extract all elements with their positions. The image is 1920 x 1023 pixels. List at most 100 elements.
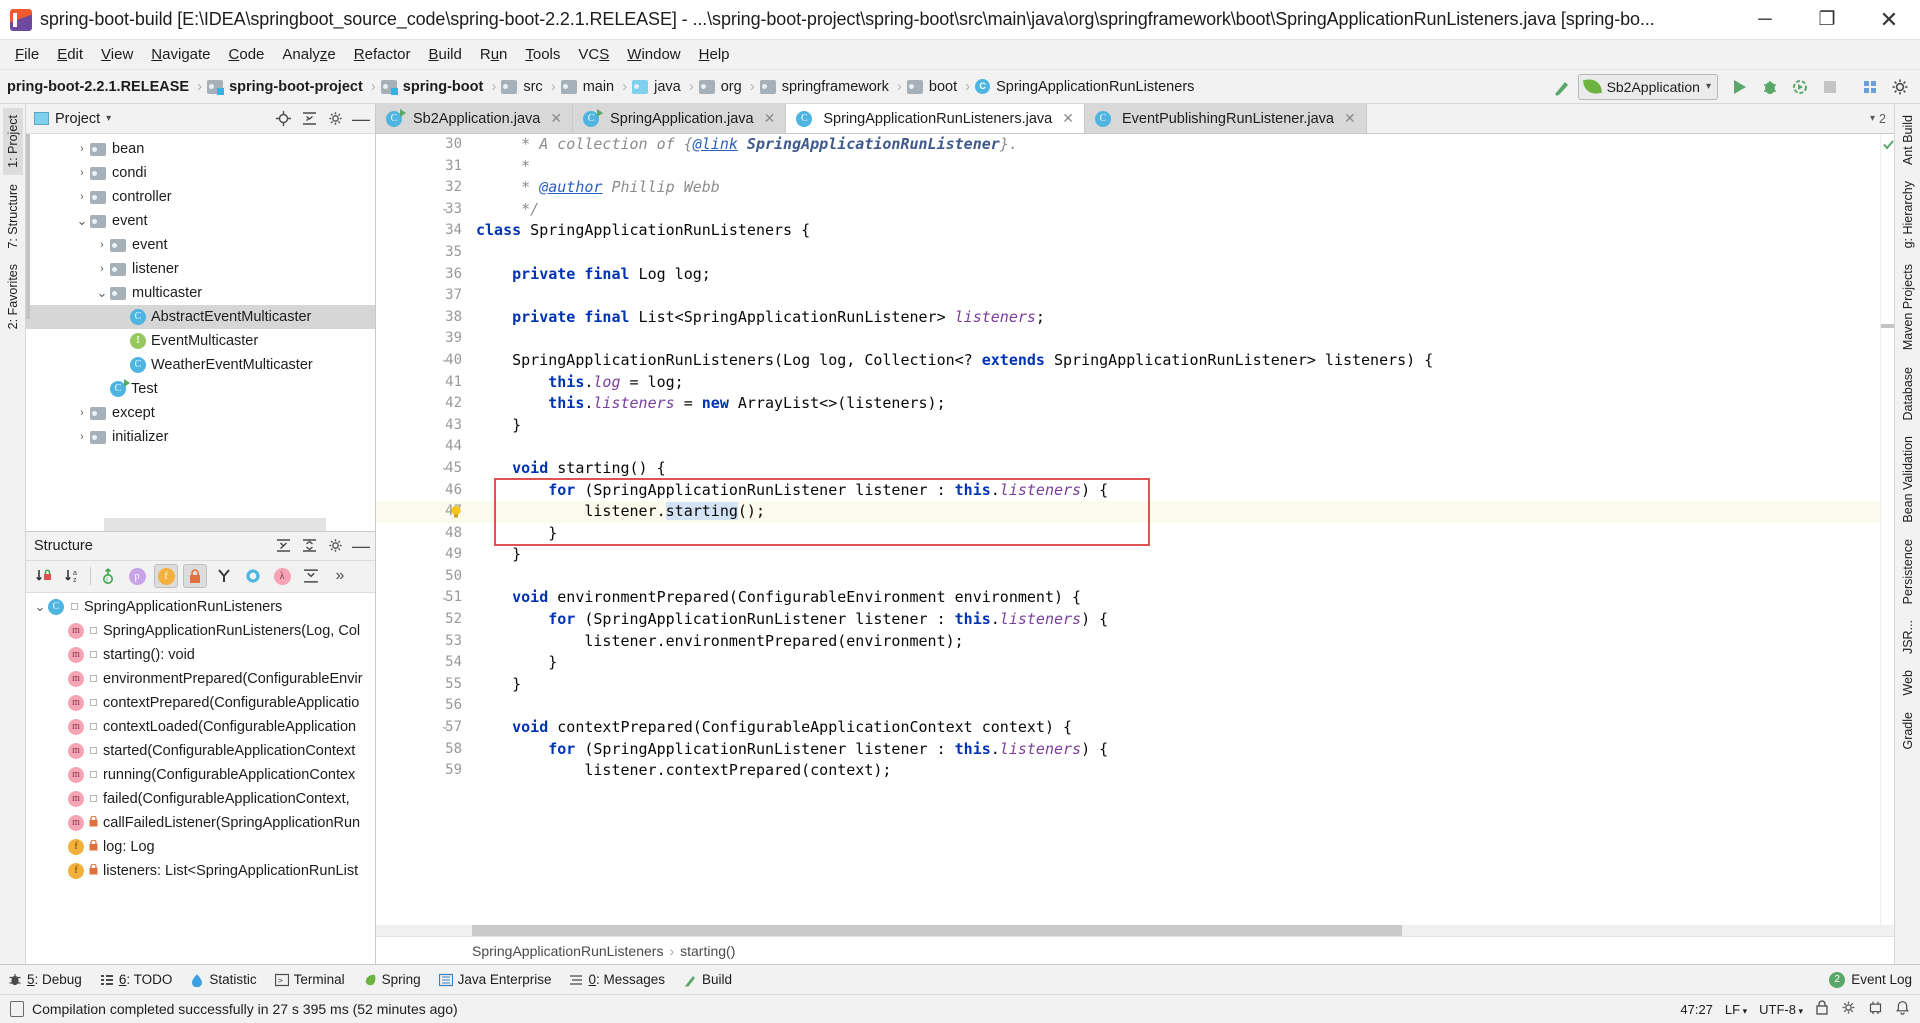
structure-tree-row[interactable]: m contextLoaded(ConfigurableApplication <box>26 715 375 739</box>
editor-tab-springapplication-java[interactable]: C SpringApplication.java ✕ <box>573 104 787 133</box>
bottom-tab-java-enterprise[interactable]: Java Enterprise <box>438 972 551 987</box>
menu-item-build[interactable]: Build <box>419 43 470 66</box>
editor-markers[interactable] <box>1880 134 1894 936</box>
menu-item-analyze[interactable]: Analyze <box>273 43 344 66</box>
run-icon[interactable] <box>1726 73 1754 101</box>
editor-breadcrumb-item[interactable]: starting() <box>680 943 735 959</box>
project-tree[interactable]: › bean › condi › controller ⌄ event › event › liste… <box>26 134 375 531</box>
expand-all-icon[interactable] <box>275 538 291 554</box>
stop-icon[interactable] <box>1816 73 1844 101</box>
gear-icon[interactable] <box>327 111 343 127</box>
show-properties-icon[interactable]: p <box>125 564 149 588</box>
show-inherited-icon[interactable]: I <box>96 564 120 588</box>
chevron-right-icon[interactable]: › <box>94 239 110 251</box>
caret-position[interactable]: 47:27 <box>1680 1002 1713 1017</box>
minimize-button[interactable]: ─ <box>1734 0 1796 40</box>
structure-tree-row[interactable]: m starting(): void <box>26 643 375 667</box>
show-anonymous-icon[interactable] <box>212 564 236 588</box>
nav-crumb-pring-boot-2-2-1-release[interactable]: pring-boot-2.2.1.RELEASE <box>2 70 194 103</box>
project-tree-row[interactable]: › listener <box>26 257 375 281</box>
close-button[interactable]: ✕ <box>1858 0 1920 40</box>
menu-item-run[interactable]: Run <box>471 43 517 66</box>
chevron-right-icon[interactable]: › <box>74 167 90 179</box>
hide-panel-icon[interactable]: — <box>352 537 370 555</box>
nav-crumb-src[interactable]: src <box>499 70 547 103</box>
chevron-right-icon[interactable]: › <box>114 311 130 323</box>
structure-tree-row[interactable]: m failed(ConfigurableApplicationContext, <box>26 787 375 811</box>
file-encoding[interactable]: UTF-8 ▾ <box>1759 1002 1803 1017</box>
chevron-down-icon[interactable]: ⌄ <box>32 599 48 615</box>
editor-code[interactable]: * A collection of {@link SpringApplicati… <box>472 134 1880 936</box>
right-tool-tab-bean-validation[interactable]: Bean Validation <box>1898 429 1918 530</box>
right-tool-tab-gradle[interactable]: Gradle <box>1898 705 1918 757</box>
bottom-tab-build[interactable]: Build <box>683 972 732 987</box>
bottom-tab-5-debug[interactable]: 5: Debug <box>8 972 82 987</box>
editor-gutter[interactable]: 30313233⌄34353637383940⌄4142434445⌄46474… <box>376 134 472 936</box>
maximize-button[interactable]: ❐ <box>1796 0 1858 40</box>
expand-icon[interactable] <box>299 564 323 588</box>
close-tab-icon[interactable]: ✕ <box>1344 110 1356 127</box>
project-tree-row[interactable]: ⌄ event <box>26 209 375 233</box>
bottom-tab-6-todo[interactable]: 6: TODO <box>100 972 172 987</box>
right-tool-tab-jsr-[interactable]: JSR... <box>1898 613 1918 661</box>
project-tree-row[interactable]: ›I EventMulticaster <box>26 329 375 353</box>
structure-tree-row[interactable]: m running(ConfigurableApplicationContex <box>26 763 375 787</box>
project-tree-row[interactable]: › bean <box>26 137 375 161</box>
left-tool-tab-2-favorites[interactable]: 2: Favorites <box>3 257 23 336</box>
show-interfaces-icon[interactable] <box>241 564 265 588</box>
scroll-thumb[interactable] <box>1881 324 1894 328</box>
menu-item-view[interactable]: View <box>92 43 142 66</box>
structure-tree[interactable]: ⌄ C SpringApplicationRunListeners m SpringAp… <box>26 592 375 964</box>
right-tool-tab-persistence[interactable]: Persistence <box>1898 532 1918 611</box>
structure-tree-row[interactable]: f listeners: List<SpringApplicationRunLis… <box>26 859 375 883</box>
gear-icon[interactable] <box>327 538 343 554</box>
nav-crumb-spring-boot-project[interactable]: spring-boot-project <box>205 70 368 103</box>
project-tree-row[interactable]: ⌄ multicaster <box>26 281 375 305</box>
menu-item-window[interactable]: Window <box>618 43 689 66</box>
structure-tree-row[interactable]: m SpringApplicationRunListeners(Log, Col <box>26 619 375 643</box>
right-tool-tab-database[interactable]: Database <box>1898 360 1918 428</box>
structure-tree-row[interactable]: m contextPrepared(ConfigurableApplicatio <box>26 691 375 715</box>
menu-item-refactor[interactable]: Refactor <box>345 43 420 66</box>
chevron-right-icon[interactable]: › <box>74 143 90 155</box>
collapse-all-icon[interactable] <box>301 111 317 127</box>
nav-crumb-java[interactable]: java <box>630 70 686 103</box>
project-tree-row[interactable]: ›C WeatherEventMulticaster <box>26 353 375 377</box>
chevron-right-icon[interactable]: › <box>114 335 130 347</box>
structure-tree-row[interactable]: m started(ConfigurableApplicationContext <box>26 739 375 763</box>
close-tab-icon[interactable]: ✕ <box>1062 110 1074 127</box>
settings-gear-icon[interactable] <box>1886 73 1914 101</box>
project-tree-row[interactable]: › controller <box>26 185 375 209</box>
project-tree-row[interactable]: › condi <box>26 161 375 185</box>
bottom-tab-0-messages[interactable]: 0: Messages <box>569 972 665 987</box>
chevron-right-icon[interactable]: › <box>94 383 110 395</box>
right-tool-tab-maven-projects[interactable]: Maven Projects <box>1898 257 1918 357</box>
right-tool-tab-ant-build[interactable]: Ant Build <box>1898 108 1918 172</box>
memory-icon[interactable] <box>1868 1000 1883 1018</box>
menu-item-file[interactable]: File <box>6 43 48 66</box>
project-tree-row[interactable]: › initializer <box>26 425 375 449</box>
project-tree-scrollbar[interactable] <box>26 134 30 319</box>
nav-crumb-org[interactable]: org <box>697 70 747 103</box>
menu-item-edit[interactable]: Edit <box>48 43 92 66</box>
chevron-right-icon[interactable]: › <box>94 263 110 275</box>
close-tab-icon[interactable]: ✕ <box>550 110 562 127</box>
sort-alphabetically-icon[interactable]: az <box>61 564 85 588</box>
search-everywhere-icon[interactable] <box>1856 73 1884 101</box>
locate-icon[interactable] <box>275 111 291 127</box>
debug-icon[interactable] <box>1756 73 1784 101</box>
editor-breadcrumb-item[interactable]: SpringApplicationRunListeners <box>472 943 663 959</box>
show-non-public-icon[interactable] <box>183 564 207 588</box>
editor-horizontal-scrollbar[interactable] <box>376 925 1894 936</box>
left-tool-tab-7-structure[interactable]: 7: Structure <box>3 177 23 256</box>
bottom-tab-spring[interactable]: Spring <box>363 972 421 987</box>
line-separator[interactable]: LF ▾ <box>1725 1002 1747 1017</box>
chevron-right-icon[interactable]: › <box>114 359 130 371</box>
nav-crumb-main[interactable]: main <box>559 70 619 103</box>
project-tree-row[interactable]: › event <box>26 233 375 257</box>
right-tool-tab-g-hierarchy[interactable]: g: Hierarchy <box>1898 174 1918 255</box>
chevron-down-icon[interactable]: ⌄ <box>94 285 110 301</box>
project-tree-row[interactable]: ›CTest <box>26 377 375 401</box>
structure-tree-row[interactable]: ⌄ C SpringApplicationRunListeners <box>26 595 375 619</box>
project-tree-hscrollbar[interactable] <box>104 517 326 531</box>
